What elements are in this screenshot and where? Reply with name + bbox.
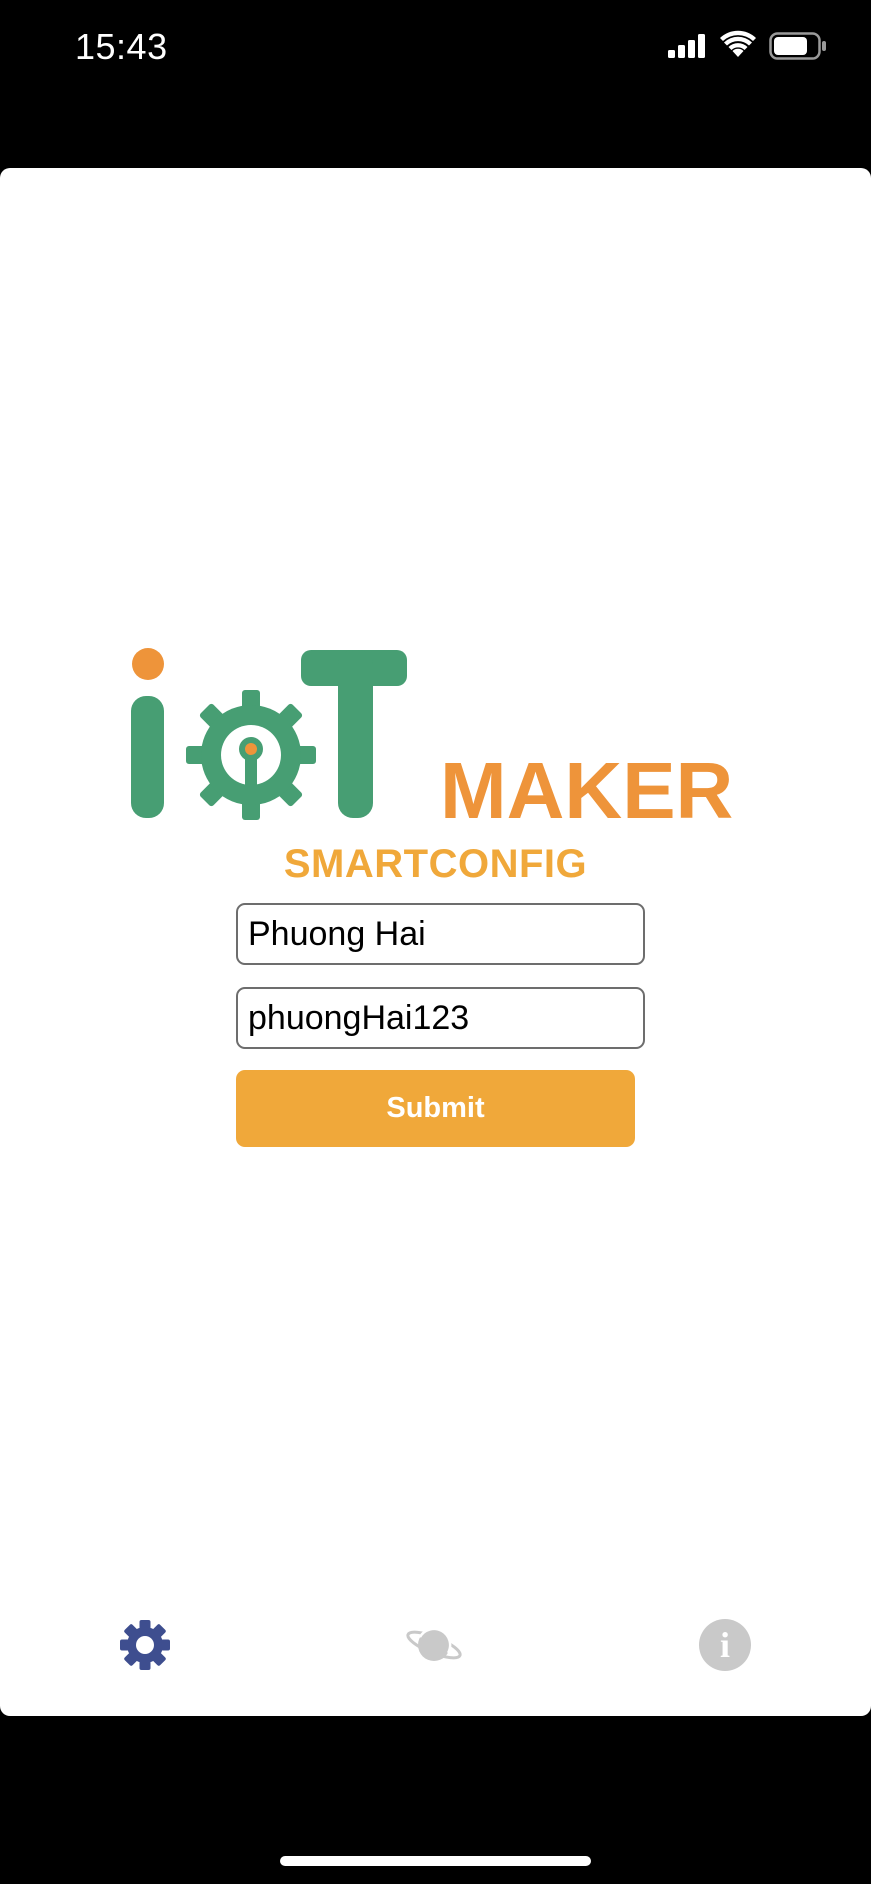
bottom-tab-bar: i (0, 1590, 871, 1700)
info-icon: i (699, 1619, 751, 1671)
tab-planet[interactable] (374, 1590, 494, 1700)
logo-maker-text: MAKER (440, 746, 733, 828)
phone-screen: 15:43 MAKER SMARTCONFIG Phuong Hai phuon… (0, 0, 871, 1884)
cellular-signal-icon (668, 34, 705, 58)
status-bar: 15:43 (0, 0, 871, 100)
iot-maker-logo: MAKER (131, 648, 733, 828)
home-indicator[interactable] (280, 1856, 591, 1866)
planet-icon (406, 1627, 462, 1661)
info-glyph: i (719, 1625, 730, 1665)
submit-button[interactable]: Submit (236, 1070, 635, 1147)
smartconfig-title: SMARTCONFIG (283, 842, 588, 886)
gear-icon (120, 1620, 170, 1670)
tab-config[interactable] (85, 1590, 205, 1700)
status-time: 15:43 (75, 26, 168, 67)
battery-icon (769, 32, 826, 60)
wifi-password-input[interactable] (236, 987, 645, 1049)
wifi-ssid-input[interactable] (236, 903, 645, 965)
wifi-icon (720, 30, 756, 57)
tab-info[interactable]: i (665, 1590, 785, 1700)
